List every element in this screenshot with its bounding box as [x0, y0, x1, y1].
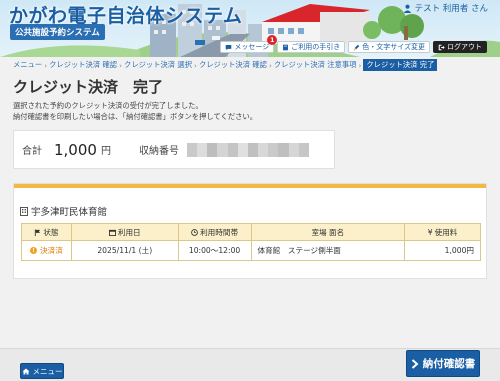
column-header-time-label: 利用時間帯: [200, 227, 239, 237]
breadcrumb-current: クレジット決済 完了: [363, 59, 438, 71]
logout-icon: [438, 44, 445, 50]
flag-icon: [35, 228, 41, 236]
status-cell: ! 決済済: [21, 240, 72, 261]
date-cell: 2025/11/1 (土): [70, 240, 179, 261]
facility-reservation-card: 宇多津町民体育館 状態 利用日 利用時間帯 室場 面名 ¥ 使用料 ! 決済済 …: [13, 183, 487, 279]
user-icon: [403, 4, 411, 13]
book-icon: [283, 44, 289, 50]
site-header: かがわ電子自治体システム 公共施設予約システム テスト 利用者 さん メッセージ…: [0, 0, 500, 57]
breadcrumb-credit-select[interactable]: クレジット決済 選択: [124, 60, 192, 70]
total-amount: 1,000: [54, 140, 97, 159]
header-button-group: メッセージ 1 ご利用の手引き 色・文字サイズ変更 ログアウト: [220, 35, 487, 53]
logout-button-label: ログアウト: [447, 43, 482, 51]
chat-bubble-icon: [226, 44, 232, 50]
receipt-number-redacted: [186, 142, 309, 157]
time-cell: 10:00～12:00: [177, 240, 252, 261]
message-button[interactable]: メッセージ 1: [220, 35, 278, 53]
clock-icon: [191, 228, 198, 236]
reservation-table: 状態 利用日 利用時間帯 室場 面名 ¥ 使用料 ! 決済済 2025/11/1…: [21, 223, 481, 261]
home-icon: [22, 368, 29, 374]
column-header-fee: ¥ 使用料: [404, 223, 481, 241]
total-label: 合計: [22, 146, 42, 157]
calendar-icon: [108, 229, 116, 236]
column-header-time: 利用時間帯: [177, 223, 252, 241]
breadcrumb-menu[interactable]: メニュー: [13, 60, 42, 70]
completion-message-line-1: 選択された予約のクレジット決済の受付が完了しました。: [13, 101, 203, 110]
column-header-date: 利用日: [70, 223, 179, 241]
payment-receipt-button[interactable]: 納付確認書: [406, 350, 480, 377]
redaction-mosaic: [186, 142, 309, 157]
facility-name: 宇多津町民体育館: [20, 204, 107, 218]
breadcrumb-separator: ›: [358, 60, 362, 70]
column-header-status-label: 状態: [43, 227, 59, 237]
building-icon: [20, 206, 28, 216]
table-header-row: 状態 利用日 利用時間帯 室場 面名 ¥ 使用料: [21, 223, 481, 241]
fee-cell: 1,000円: [404, 240, 481, 261]
exclamation-icon: !: [30, 247, 38, 255]
message-button-label: メッセージ: [234, 43, 270, 51]
message-count-badge: 1: [267, 35, 278, 45]
breadcrumb-separator: ›: [268, 60, 272, 70]
brush-icon: [353, 44, 360, 51]
menu-button[interactable]: メニュー: [20, 363, 64, 379]
user-info: テスト 利用者 さん: [403, 2, 488, 14]
receipt-number-label: 収納番号: [138, 146, 179, 157]
display-settings-button[interactable]: 色・文字サイズ変更: [348, 41, 430, 53]
payment-receipt-button-label: 納付確認書: [422, 358, 476, 370]
table-row: ! 決済済 2025/11/1 (土) 10:00～12:00 体育館 ステージ…: [21, 240, 481, 261]
breadcrumb-separator: ›: [119, 60, 123, 70]
breadcrumb: メニュー › クレジット決済 確認 › クレジット決済 選択 › クレジット決済…: [13, 59, 438, 71]
yen-icon: ¥: [427, 227, 433, 237]
user-name: テスト 利用者 さん: [414, 4, 488, 14]
status-text: 決済済: [40, 246, 63, 256]
completion-message: 選択された予約のクレジット決済の受付が完了しました。 納付確認書を印刷したい場合…: [13, 101, 257, 122]
page-title: クレジット決済 完了: [13, 78, 164, 96]
column-header-room: 室場 面名: [250, 223, 406, 241]
room-cell: 体育館 ステージ側半面: [250, 240, 406, 261]
payment-summary-card: 合計 1,000 円 収納番号: [13, 130, 335, 169]
total-unit: 円: [100, 146, 111, 157]
facility-card-accent-bar: [14, 184, 486, 188]
breadcrumb-separator: ›: [194, 60, 197, 70]
column-header-status: 状態: [21, 223, 72, 241]
completion-message-line-2: 納付確認書を印刷したい場合は、「納付確認書」ボタンを押してください。: [13, 111, 258, 121]
breadcrumb-separator: ›: [44, 60, 48, 70]
logout-button[interactable]: ログアウト: [433, 41, 487, 53]
breadcrumb-credit-notes[interactable]: クレジット決済 注意事項: [274, 60, 357, 70]
user-guide-button-label: ご利用の手引き: [291, 43, 341, 51]
column-header-date-label: 利用日: [117, 227, 141, 237]
breadcrumb-credit-confirm-2[interactable]: クレジット決済 確認: [199, 60, 267, 70]
user-guide-button[interactable]: ご利用の手引き: [277, 41, 346, 53]
menu-button-label: メニュー: [32, 366, 63, 376]
site-subtitle: 公共施設予約システム: [10, 24, 105, 40]
display-settings-button-label: 色・文字サイズ変更: [362, 43, 425, 51]
column-header-fee-label: 使用料: [434, 227, 458, 237]
breadcrumb-credit-confirm[interactable]: クレジット決済 確認: [49, 60, 117, 70]
chevron-right-icon: [411, 358, 419, 369]
facility-name-text: 宇多津町民体育館: [31, 207, 108, 218]
